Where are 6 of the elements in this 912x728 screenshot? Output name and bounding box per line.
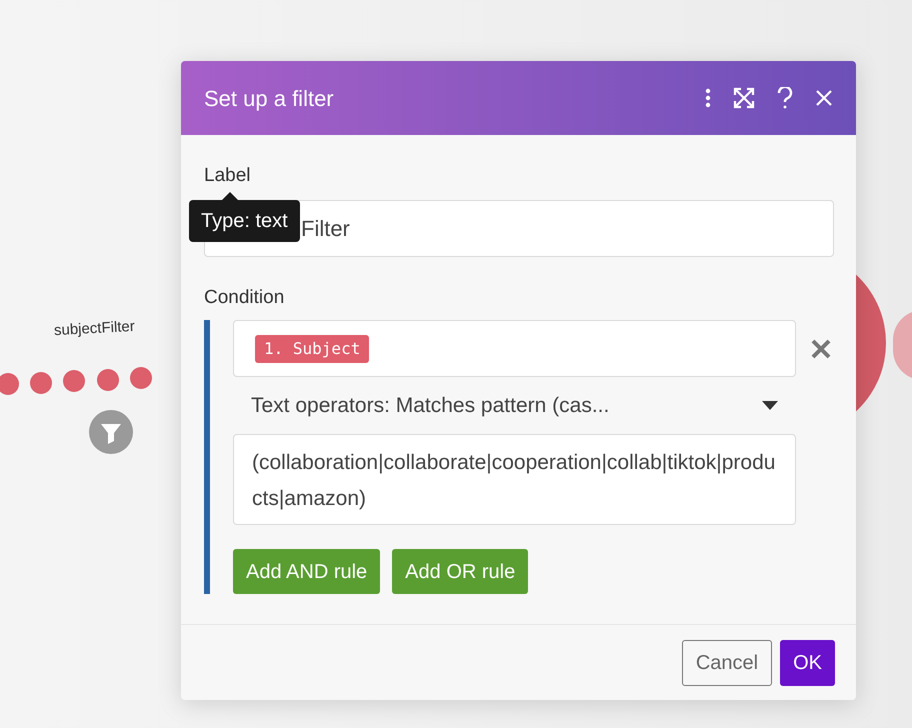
- route-label: subjectFilter: [53, 316, 136, 342]
- input-value: Filter: [301, 214, 350, 242]
- field-label: Condition: [204, 286, 286, 310]
- field-label: Label: [204, 164, 252, 188]
- dialog-title: Set up a filter: [204, 84, 335, 113]
- tooltip-text: Type: text: [201, 209, 288, 234]
